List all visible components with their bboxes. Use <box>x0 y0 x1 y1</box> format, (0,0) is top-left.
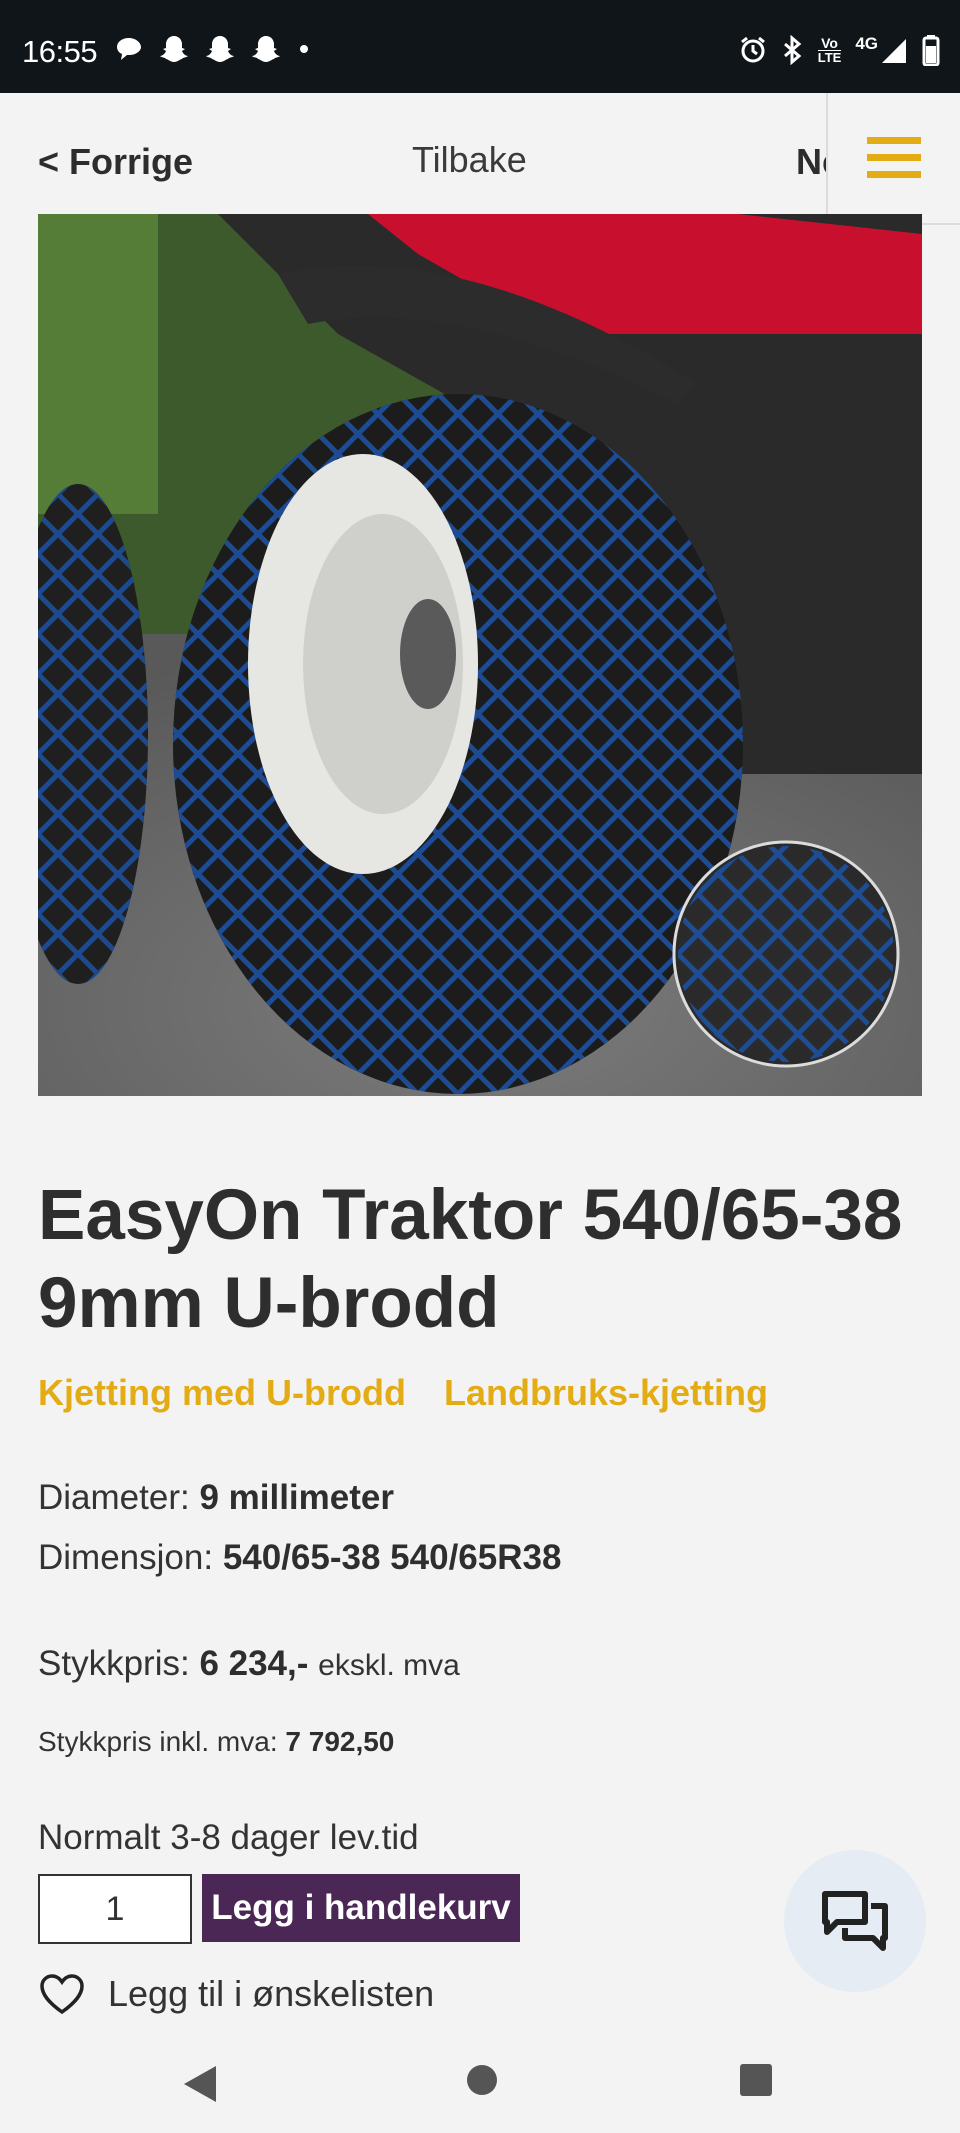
system-back-button[interactable] <box>180 2062 220 2111</box>
notification-icons <box>114 34 312 64</box>
signal-icon <box>882 39 906 63</box>
system-recents-button[interactable] <box>736 2060 776 2105</box>
spec-diameter: Diameter: 9 millimeter <box>38 1478 394 1517</box>
product-title: EasyOn Traktor 540/65-38 9mm U-brodd <box>38 1176 903 1343</box>
hamburger-menu-icon <box>867 137 921 178</box>
category-link-landbruk[interactable]: Landbruks-kjetting <box>444 1372 768 1414</box>
add-to-cart-button[interactable]: Legg i handlekurv <box>202 1874 520 1942</box>
back-triangle-icon <box>184 2066 216 2102</box>
prev-link[interactable]: < Forrige <box>38 141 193 183</box>
unit-price: Stykkpris: 6 234,- ekskl. mva <box>38 1644 460 1683</box>
product-image[interactable] <box>38 214 922 1096</box>
next-link[interactable]: Ne <box>796 141 826 183</box>
bluetooth-icon <box>783 35 802 65</box>
snapchat-icon <box>206 36 234 62</box>
network-type: 4G <box>855 34 878 53</box>
unit-price-incl-vat: Stykkpris inkl. mva: 7 792,50 <box>38 1726 395 1757</box>
delivery-time: Normalt 3-8 dager lev.tid <box>38 1818 419 1857</box>
snapchat-icon <box>252 36 280 62</box>
battery-icon <box>922 35 940 66</box>
chat-icon <box>822 1891 888 1951</box>
system-status-icons: Vo LTE 4G <box>738 34 940 66</box>
system-home-button[interactable] <box>462 2060 502 2105</box>
system-navigation-bar <box>0 2040 960 2133</box>
tractor-wheel-illustration <box>38 214 922 1096</box>
chat-bubble-icon <box>117 38 141 60</box>
wishlist-label: Legg til i ønskelisten <box>108 1973 435 2014</box>
category-link-u-brodd[interactable]: Kjetting med U-brodd <box>38 1372 406 1414</box>
status-time: 16:55 <box>22 34 98 69</box>
recents-square-icon <box>740 2064 772 2096</box>
volte-icon: Vo LTE <box>817 35 842 65</box>
category-links: Kjetting med U-brodd Landbruks-kjetting <box>38 1372 768 1414</box>
product-nav: < Forrige Tilbake Ne <box>0 93 960 225</box>
home-circle-icon <box>467 2065 497 2095</box>
heart-icon <box>40 1974 84 2015</box>
wishlist-link[interactable]: Legg til i ønskelisten <box>38 1972 434 2016</box>
quantity-input[interactable]: 1 <box>38 1874 192 1944</box>
spec-dimension: Dimensjon: 540/65-38 540/65R38 <box>38 1538 562 1577</box>
alarm-icon <box>740 36 765 63</box>
chat-button[interactable] <box>784 1850 926 1992</box>
dot-icon <box>300 45 308 53</box>
back-link[interactable]: Tilbake <box>412 139 527 181</box>
snapchat-icon <box>160 36 188 62</box>
menu-button[interactable] <box>826 93 960 225</box>
status-bar: 16:55 Vo LTE 4G <box>0 0 960 93</box>
